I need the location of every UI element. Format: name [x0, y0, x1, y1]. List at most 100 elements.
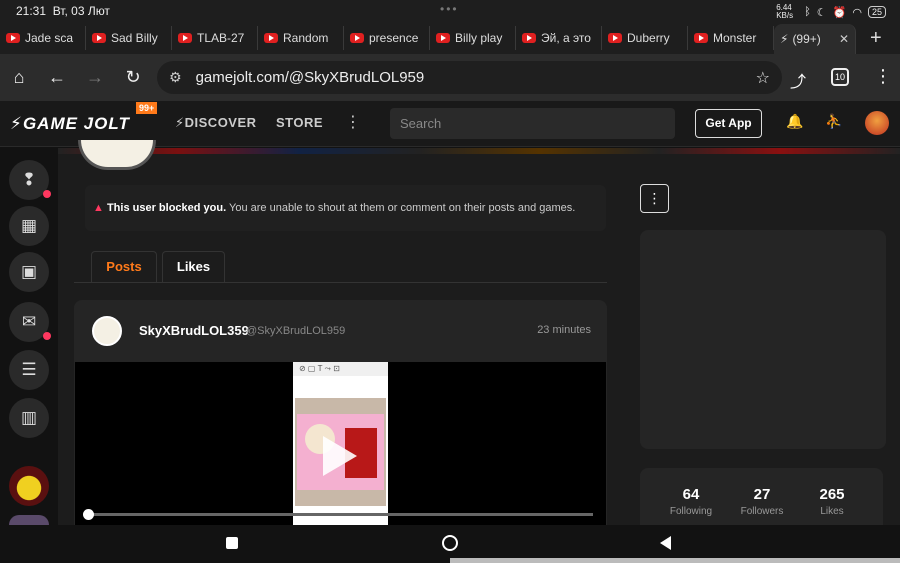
net-speed: 6.44 KB/s — [776, 3, 794, 20]
recents-button[interactable] — [226, 537, 238, 549]
gesture-bar — [450, 558, 900, 563]
frame-border — [295, 492, 386, 506]
stat-label: Likes — [820, 506, 844, 517]
window-handle: ••• — [440, 2, 459, 16]
bluetooth-icon: ᛒ — [804, 6, 811, 18]
back-button[interactable] — [660, 536, 671, 550]
post-author-name[interactable]: SkyXBrudLOL359 — [139, 323, 249, 338]
forward-icon[interactable]: → — [76, 67, 114, 88]
stat-following[interactable]: 64 Following — [656, 486, 726, 517]
browser-tab[interactable]: TLAB-27 — [172, 26, 258, 50]
post-author-avatar[interactable] — [92, 316, 122, 346]
home-icon[interactable]: ⌂ — [0, 67, 38, 88]
blocked-text: You are unable to shout at them or comme… — [229, 202, 576, 214]
youtube-icon — [608, 33, 622, 43]
browser-tab-active[interactable]: ⚡ (99+) ✕ — [774, 24, 856, 54]
profile-stats: 64 Following 27 Followers 265 Likes — [640, 468, 883, 525]
sidebar-store[interactable]: ▦ — [9, 206, 49, 246]
browser-tab[interactable]: Эй, а это — [516, 26, 602, 50]
frame-border — [295, 398, 386, 412]
browser-tab[interactable]: Sad Billy — [86, 26, 172, 50]
backpack-icon: ▣ — [20, 262, 38, 281]
search-input[interactable]: Search — [390, 108, 675, 139]
new-tab-button[interactable]: + — [870, 27, 882, 50]
browser-toolbar: ⌂ ← → ↻ ⚙ gamejolt.com/@SkyXBrudLOL959 ☆… — [0, 54, 900, 101]
moon-icon: ☾ — [816, 6, 827, 19]
browser-tab-strip: Jade sca Sad Billy TLAB-27 Random presen… — [0, 22, 900, 54]
unread-dot — [43, 332, 51, 340]
bell-icon[interactable]: 🔔 — [786, 113, 803, 130]
youtube-icon — [92, 33, 106, 43]
url-bar[interactable]: ⚙ gamejolt.com/@SkyXBrudLOL959 ☆ — [157, 61, 782, 94]
profile-tabs: Posts Likes — [74, 251, 607, 283]
youtube-icon — [436, 33, 450, 43]
stat-label: Followers — [740, 506, 784, 517]
community-avatar[interactable] — [9, 466, 49, 506]
sidebar: ❢ ▦ ▣ ✉ ☰ ▥ — [0, 148, 58, 525]
sidebar-backpack[interactable]: ▣ — [9, 252, 49, 292]
stat-value: 64 — [682, 486, 700, 503]
post-time: 23 minutes — [537, 324, 591, 336]
stat-likes[interactable]: 265 Likes — [797, 486, 867, 517]
gamejolt-logo[interactable]: ⚡GAME JOLT — [10, 114, 130, 134]
friends-icon[interactable]: ⛹ — [825, 113, 842, 130]
nav-discover[interactable]: ⚡DISCOVER — [175, 115, 257, 131]
site-settings-icon[interactable]: ⚙ — [169, 69, 182, 86]
sidebar-quests[interactable]: ✉ — [9, 302, 51, 342]
play-icon[interactable] — [323, 436, 357, 476]
get-app-button[interactable]: Get App — [695, 109, 762, 138]
browser-tab[interactable]: presence — [344, 26, 430, 50]
bolt-icon: ⚡ — [175, 115, 185, 130]
browser-tab[interactable]: Jade sca — [0, 26, 86, 50]
youtube-icon — [6, 33, 20, 43]
sidebar-library[interactable]: ▥ — [9, 398, 49, 438]
url-text: gamejolt.com/@SkyXBrudLOL959 — [195, 69, 425, 86]
post-card: SkyXBrudLOL359 @SkyXBrudLOL959 23 minute… — [74, 300, 607, 525]
back-icon[interactable]: ← — [38, 67, 76, 88]
system-status-bar: 21:31 Вт, 03 Лют ••• 6.44 KB/s ᛒ ☾ ⏰ ◠ 2… — [0, 0, 900, 22]
stat-followers[interactable]: 27 Followers — [727, 486, 797, 517]
status-icons: 6.44 KB/s ᛒ ☾ ⏰ ◠ 25 — [776, 4, 886, 20]
activity-icon: ❢ — [21, 170, 37, 189]
youtube-icon — [178, 33, 192, 43]
share-icon[interactable]: ⤴ — [790, 68, 806, 92]
wifi-icon: ◠ — [852, 6, 862, 19]
notification-badge: 99+ — [136, 102, 158, 114]
gamejolt-bolt-icon: ⚡ — [780, 32, 789, 46]
alarm-icon: ⏰ — [832, 6, 847, 19]
warning-icon: ▲ — [93, 202, 104, 214]
tab-posts[interactable]: Posts — [91, 251, 157, 283]
blocked-title: This user blocked you. — [106, 202, 227, 214]
bookmark-star-icon[interactable]: ☆ — [756, 68, 770, 88]
profile-options-button[interactable]: ⋮ — [640, 184, 669, 213]
browser-tab[interactable]: Monster — [688, 26, 774, 50]
video-progress-knob[interactable] — [83, 509, 94, 520]
blocked-alert: ▲ This user blocked you. You are unable … — [85, 185, 606, 231]
tab-likes[interactable]: Likes — [162, 251, 225, 283]
nav-store[interactable]: STORE — [276, 115, 323, 130]
library-icon: ▥ — [20, 408, 38, 427]
browser-tab[interactable]: Duberry — [602, 26, 688, 50]
youtube-icon — [264, 33, 278, 43]
tab-count-button[interactable]: 10 — [831, 68, 849, 86]
sidebar-chat[interactable]: ☰ — [9, 350, 49, 390]
community-avatar[interactable] — [9, 515, 49, 525]
close-tab-icon[interactable]: ✕ — [839, 32, 849, 46]
quest-icon: ✉ — [21, 312, 37, 331]
sidebar-activity[interactable]: ❢ — [9, 160, 51, 200]
browser-menu-icon[interactable]: ⋮ — [874, 66, 892, 87]
chat-icon: ☰ — [21, 360, 37, 379]
browser-tab[interactable]: Billy play — [430, 26, 516, 50]
status-time: 21:31 Вт, 03 Лют — [16, 4, 110, 18]
post-author-handle: @SkyXBrudLOL959 — [246, 325, 346, 337]
browser-tab[interactable]: Random — [258, 26, 344, 50]
home-button[interactable] — [442, 535, 458, 551]
reload-icon[interactable]: ↻ — [114, 67, 152, 88]
video-frame-toolbar: ⊘ ▢ T ⤳ ⊡ — [293, 362, 388, 376]
stat-value: 265 — [819, 486, 845, 503]
user-avatar[interactable] — [865, 111, 889, 135]
video-progress-track[interactable] — [83, 509, 593, 520]
unread-dot — [43, 190, 51, 198]
nav-more-icon[interactable]: ⋮ — [345, 112, 361, 132]
video-player[interactable]: ⊘ ▢ T ⤳ ⊡ — [75, 362, 606, 525]
